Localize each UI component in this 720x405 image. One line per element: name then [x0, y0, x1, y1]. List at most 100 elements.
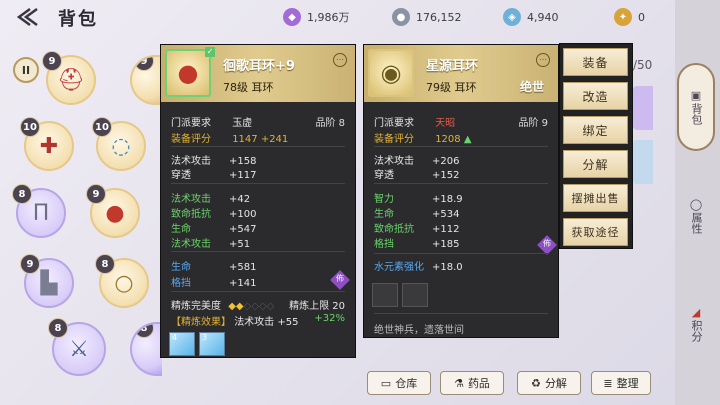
stat-value: +152: [432, 170, 460, 181]
stat-name: 法术攻击: [171, 156, 211, 167]
inventory-slot[interactable]: 8: [130, 322, 162, 376]
level-badge: 9: [86, 184, 106, 204]
tab-label: 属性: [690, 212, 703, 234]
currency-value: 176,152: [416, 10, 462, 24]
effect-pct: +32%: [314, 313, 345, 324]
tab-points[interactable]: ◢ 积分: [677, 284, 715, 364]
silver-coin-icon: ●: [392, 8, 410, 26]
up-arrow-icon: ▲: [463, 134, 472, 145]
currency-value: 0: [638, 10, 645, 24]
user-icon: ◯: [689, 198, 703, 211]
refine-label: 精炼完美度: [171, 301, 221, 312]
recycle-icon: ♻: [531, 376, 541, 390]
button-label: 整理: [616, 377, 639, 390]
stat-value: +112: [432, 224, 460, 235]
purple-crystal-icon: ◆: [283, 8, 301, 26]
compare-panel-current: ● ✓ 徊歌耳环+9 78级 耳环 ⋯ 门派要求 玉虚 品阶 8 装备评分 11…: [160, 44, 356, 358]
inventory-slot[interactable]: 9 ⛑: [42, 51, 96, 105]
tab-bag[interactable]: ▣ 背包: [677, 63, 715, 151]
equip-button[interactable]: 装备: [563, 48, 628, 76]
inventory-slot[interactable]: 9 ●: [86, 184, 140, 238]
options-icon[interactable]: ⋯: [333, 53, 347, 67]
currency-value: 4,940: [527, 10, 559, 24]
effect-label: 【精炼效果】: [171, 317, 231, 328]
stat-name: 穿透: [171, 170, 191, 181]
bind-button[interactable]: 绑定: [563, 116, 628, 144]
options-icon[interactable]: ⋯: [536, 53, 550, 67]
stat-name: 生命: [171, 224, 191, 235]
seal-label: 佈: [543, 239, 551, 248]
necklace-icon: ◌: [111, 133, 131, 159]
level-badge: 8: [134, 324, 154, 338]
stat-value: +141: [229, 278, 257, 289]
inventory-slot-partial[interactable]: [633, 86, 653, 130]
inventory-slot[interactable]: 10 ✚: [20, 117, 74, 171]
refine-limit: 精炼上限 20: [289, 301, 345, 312]
stat-value: +547: [229, 224, 257, 235]
dismantle-all-button[interactable]: ♻ 分解: [517, 371, 581, 395]
level-badge: 8: [12, 184, 32, 204]
tab-attributes[interactable]: ◯ 属性: [677, 176, 715, 256]
chest-icon: ▭: [380, 376, 392, 390]
earring-icon: ◉: [368, 49, 414, 97]
inventory-slot[interactable]: 9: [130, 55, 162, 105]
level-badge: 9: [20, 254, 40, 274]
stall-sell-button[interactable]: 摆摊出售: [563, 184, 628, 212]
stat-name: 格挡: [171, 278, 191, 289]
stat-value: +42: [229, 194, 251, 205]
flavor-text: 绝世神兵，遗落世间: [374, 325, 464, 336]
currency-1: ◆ 1,986万: [283, 7, 379, 27]
pants-icon: Π: [32, 200, 50, 226]
points-icon: ◢: [691, 306, 701, 319]
medicine-button[interactable]: ⚗ 药品: [440, 371, 504, 395]
inventory-slot[interactable]: 10 ◌: [92, 117, 146, 171]
modify-button[interactable]: 改造: [563, 82, 628, 110]
inventory-slot-partial[interactable]: [633, 140, 653, 184]
inventory-slot[interactable]: 9 ▙: [20, 254, 74, 308]
school-label: 门派要求: [374, 118, 414, 129]
grade: 品阶 8: [315, 118, 345, 129]
gem-count: 3: [202, 333, 208, 342]
button-label: 仓库: [395, 377, 418, 390]
currency-3: ◈ 4,940: [503, 7, 599, 27]
inventory-slot[interactable]: 8 ⚔: [48, 318, 106, 376]
tab-label: 背包: [690, 103, 703, 125]
stat-value: +581: [229, 262, 257, 273]
item-name: 星源耳环: [426, 59, 479, 74]
stat-name: 法术攻击: [171, 239, 211, 250]
page-title: 背包: [58, 9, 98, 30]
stat-name: 法术攻击: [171, 194, 211, 205]
stat-value: +18.0: [432, 262, 463, 273]
panel-header: ● ✓ 徊歌耳环+9 78级 耳环 ⋯: [161, 45, 355, 102]
inventory-slot[interactable]: 8 ○: [95, 254, 149, 308]
sort-button[interactable]: ≣ 整理: [591, 371, 651, 395]
level-badge: 8: [95, 254, 115, 274]
back-icon[interactable]: [14, 6, 40, 28]
level-badge: 10: [92, 117, 112, 137]
stat-name: 生命: [374, 209, 394, 220]
warehouse-button[interactable]: ▭ 仓库: [367, 371, 431, 395]
tab-label: 积分: [690, 320, 703, 342]
effect-value: 法术攻击 +55: [234, 317, 299, 328]
obtain-source-button[interactable]: 获取途径: [563, 218, 628, 246]
currency-2: ● 176,152: [392, 7, 488, 27]
currency-value: 1,986万: [307, 11, 350, 24]
level-badge: 9: [42, 51, 62, 71]
stat-value: +534: [432, 209, 460, 220]
rarity-tag: 绝世: [519, 80, 544, 94]
gold-token-icon: ✦: [614, 8, 632, 26]
empty-gem-slot: [372, 283, 398, 307]
inventory-slot[interactable]: 8 Π: [12, 184, 66, 238]
score-label: 装备评分: [171, 134, 211, 145]
stat-value: +117: [229, 170, 257, 181]
dismantle-button[interactable]: 分解: [563, 150, 628, 178]
gem-slot: 4: [169, 332, 195, 356]
boots-icon: ▙: [40, 270, 58, 296]
school-label: 门派要求: [171, 118, 211, 129]
stat-name: 水元素强化: [374, 262, 424, 273]
pause-button[interactable]: II: [13, 57, 39, 83]
grade: 品阶 9: [518, 118, 548, 129]
school-value: 天昭: [435, 118, 456, 129]
button-label: 分解: [544, 377, 567, 390]
stat-value: +51: [229, 239, 251, 250]
